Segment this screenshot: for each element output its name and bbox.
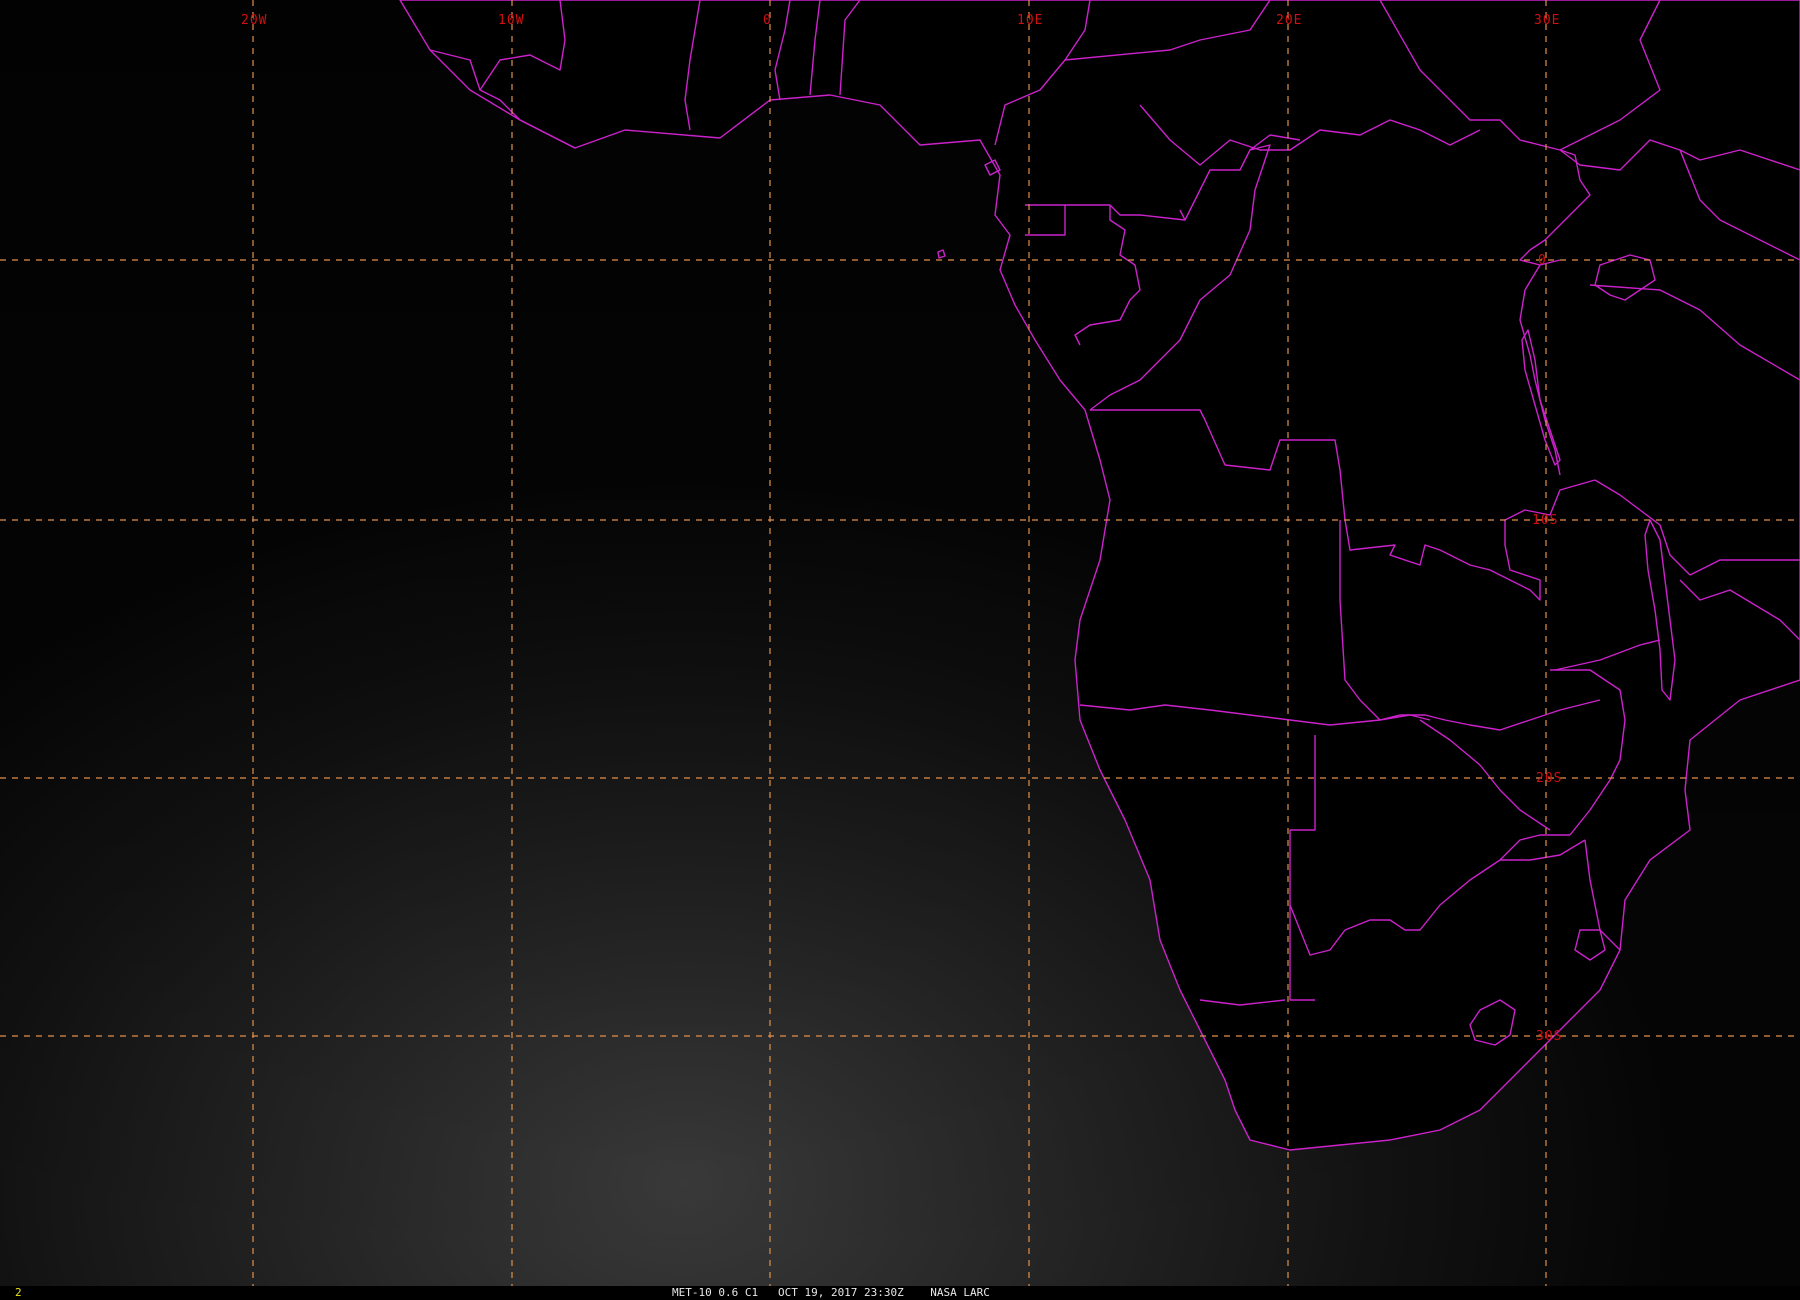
lon-label-20w: 20W <box>241 13 267 28</box>
lat-lon-grid: 20W 10W 0 10E 20E 30E 0 10S 20S 30S <box>0 0 1800 1286</box>
lon-label-10e: 10E <box>1017 13 1043 28</box>
satellite-map: 20W 10W 0 10E 20E 30E 0 10S 20S 30S <box>0 0 1800 1300</box>
image-caption: MET-10 0.6 C1 OCT 19, 2017 23:30Z NASA L… <box>672 1286 990 1299</box>
status-bar: 2 MET-10 0.6 C1 OCT 19, 2017 23:30Z NASA… <box>0 1286 1800 1300</box>
lon-label-20e: 20E <box>1276 13 1302 28</box>
lat-label-20s: 20S <box>1536 771 1562 786</box>
frame-number: 2 <box>15 1286 22 1299</box>
lon-label-30e: 30E <box>1534 13 1560 28</box>
lat-label-0: 0 <box>1538 253 1547 268</box>
lon-label-10w: 10W <box>498 13 524 28</box>
lat-label-30s: 30S <box>1536 1029 1562 1044</box>
lon-label-0: 0 <box>763 13 772 28</box>
lat-label-10s: 10S <box>1532 513 1558 528</box>
